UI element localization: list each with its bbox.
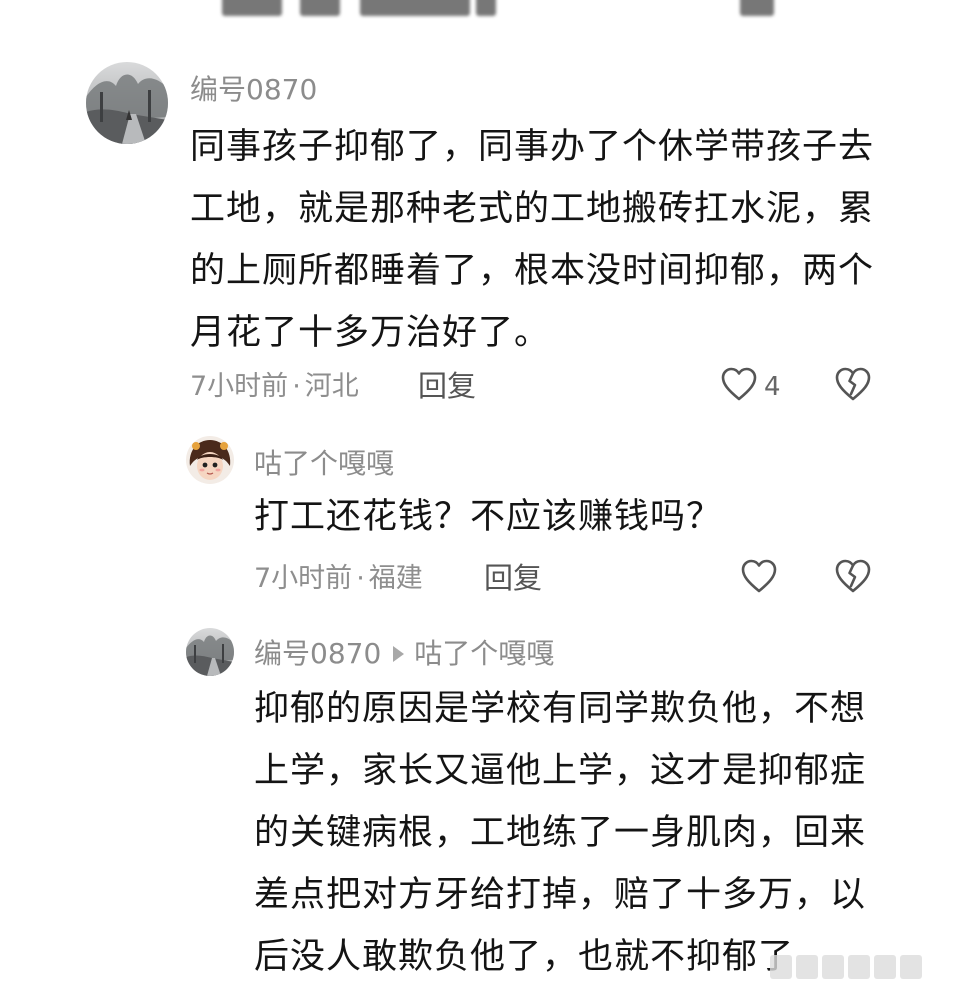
user-avatar[interactable] [86, 62, 168, 144]
like-count: 4 [764, 372, 781, 402]
dislike-button[interactable] [834, 558, 872, 598]
meta-separator: · [292, 371, 301, 402]
comment-text: 打工还花钱？不应该赚钱吗？ [254, 497, 723, 537]
reply-target-username[interactable]: 咕了个嘎嘎 [414, 637, 554, 670]
avatar-tree-road-photo [186, 628, 234, 676]
like-button[interactable] [740, 558, 778, 598]
comment-location: 福建 [368, 563, 423, 594]
comment-username[interactable]: 编号0870 [254, 637, 381, 670]
broken-heart-icon [835, 559, 871, 593]
dislike-button[interactable] [834, 366, 872, 406]
comment-username[interactable]: 咕了个嘎嘎 [254, 450, 394, 478]
reply-item: 咕了个嘎嘎 打工还花钱？不应该赚钱吗？ 7小时前 · 福建 回复 [0, 420, 960, 620]
reply-button[interactable]: 回复 [484, 564, 542, 593]
user-avatar[interactable] [186, 628, 234, 676]
avatar-tree-road-photo [86, 62, 168, 144]
comment-time: 7小时前 [254, 563, 353, 594]
comment-location: 河北 [304, 371, 359, 402]
watermark [770, 955, 950, 985]
like-button[interactable] [720, 366, 758, 406]
meta-separator: · [356, 563, 365, 594]
user-avatar[interactable] [186, 436, 234, 484]
comment-item: 编号0870 同事孩子抑郁了，同事办了个休学带孩子去 工地，就是那种老式的工地搬… [0, 0, 960, 420]
comment-meta: 7小时前 · 福建 [254, 565, 423, 592]
broken-heart-icon [835, 367, 871, 401]
comment-text: 抑郁的原因是学校有同学欺负他，不想 上学，家长又逼他上学，这才是抑郁症 的关键病… [254, 689, 867, 977]
heart-outline-icon [741, 559, 777, 593]
comment-username[interactable]: 编号0870 [190, 76, 317, 104]
comment-text: 同事孩子抑郁了，同事办了个休学带孩子去 工地，就是那种老式的工地搬砖扛水泥，累 … [190, 127, 875, 353]
heart-outline-icon [721, 367, 757, 401]
reply-item: 编号0870 咕了个嘎嘎 抑郁的原因是学校有同学欺负他，不想 上学，家长又逼他上学… [0, 620, 960, 990]
reply-header: 编号0870 咕了个嘎嘎 [254, 640, 554, 668]
reply-button[interactable]: 回复 [418, 372, 476, 401]
reply-arrow-icon [393, 646, 405, 662]
comment-meta: 7小时前 · 河北 [190, 373, 359, 400]
avatar-cartoon-girl [186, 436, 234, 484]
comment-time: 7小时前 [190, 371, 289, 402]
